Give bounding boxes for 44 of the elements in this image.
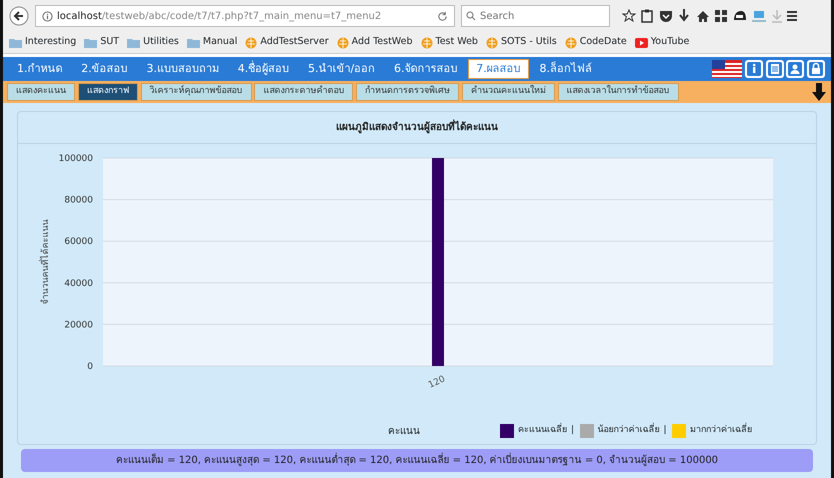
- menu-tab[interactable]: 3.แบบสอบถาม: [138, 58, 227, 80]
- menu-tab[interactable]: 1.กำหนด: [9, 58, 70, 80]
- menu-tab[interactable]: 2.ข้อสอบ: [73, 58, 136, 80]
- chart-title: แผนภูมิแสดงจำนวนผู้สอบที่ได้คะแนน: [18, 112, 816, 144]
- sub-tab[interactable]: กำหนดการตรวจพิเศษ: [356, 83, 459, 101]
- url-text[interactable]: localhost/testweb/abc/code/t7/t7.php?t7_main_menu=t7_menu2: [57, 10, 382, 22]
- sub-tab[interactable]: วิเคราะห์คุณภาพข้อสอบ: [140, 83, 252, 101]
- menu-tab[interactable]: 4.ชื่อผู้สอบ: [230, 58, 298, 80]
- address-bar[interactable]: localhost/testweb/abc/code/t7/t7.php?t7_main_menu=t7_menu2: [35, 5, 455, 27]
- summary-bar: คะแนนเต็ม = 120, คะแนนสูงสุด = 120, คะแนนต่ำสุด = 120, คะแนนเฉลี่ย = 120, ค่าเบี่ยงเบนมาตรฐาน = 0, จำนวนผู้สอบ = 100000: [21, 449, 813, 472]
- bookmark[interactable]: CodeDate: [564, 35, 627, 50]
- sub-tab[interactable]: คำนวณคะแนนใหม่: [462, 83, 555, 101]
- bookmark[interactable]: YouTube: [634, 35, 690, 50]
- sub-tab[interactable]: แสดงเวลาในการทำข้อสอบ: [558, 83, 678, 101]
- search-field[interactable]: Search: [461, 5, 610, 27]
- legend-label: คะแนนเฉลี่ย: [518, 424, 567, 438]
- menu-tab[interactable]: 6.จัดการสอบ: [386, 58, 466, 80]
- axis-title: คะแนน: [388, 424, 420, 438]
- separator: |: [664, 424, 667, 438]
- tick-label: 20000: [64, 320, 93, 330]
- bookmark[interactable]: AddTestServer: [245, 35, 329, 50]
- bookmark[interactable]: Add TestWeb: [336, 35, 413, 50]
- sub-tab[interactable]: แสดงกระดาษคำตอบ: [254, 83, 354, 101]
- menu-tab[interactable]: 7.ผลสอบ: [468, 58, 529, 80]
- bookmark[interactable]: Test Web: [420, 35, 478, 50]
- tick-label: 80000: [64, 196, 93, 206]
- tick-label: 120: [427, 374, 447, 391]
- bookmark[interactable]: Manual: [186, 35, 238, 50]
- tick-label: 0: [87, 362, 93, 372]
- menu-tab[interactable]: 5.นำเข้า/ออก: [300, 58, 384, 80]
- bookmark[interactable]: Interesting: [9, 35, 76, 50]
- legend-label: น้อยกว่าค่าเฉลี่ย: [598, 424, 660, 438]
- menu-tab[interactable]: 8.ล็อกไฟล์: [531, 58, 600, 80]
- bookmark[interactable]: SOTS - Utils: [486, 35, 557, 50]
- axis-title: จำนวนคนที่ได้คะแนน: [41, 220, 51, 304]
- sub-tab[interactable]: แสดงกราฟ: [78, 83, 138, 101]
- bookmark[interactable]: SUT: [84, 35, 120, 50]
- separator: |: [571, 424, 574, 438]
- bookmark[interactable]: Utilities: [127, 35, 179, 50]
- sub-tab[interactable]: แสดงคะแนน: [7, 83, 75, 101]
- tick-label: 60000: [64, 237, 93, 248]
- legend-label: มากกว่าค่าเฉลี่ย: [690, 424, 752, 438]
- tick-label: 100000: [58, 154, 93, 164]
- tick-label: 40000: [64, 278, 93, 289]
